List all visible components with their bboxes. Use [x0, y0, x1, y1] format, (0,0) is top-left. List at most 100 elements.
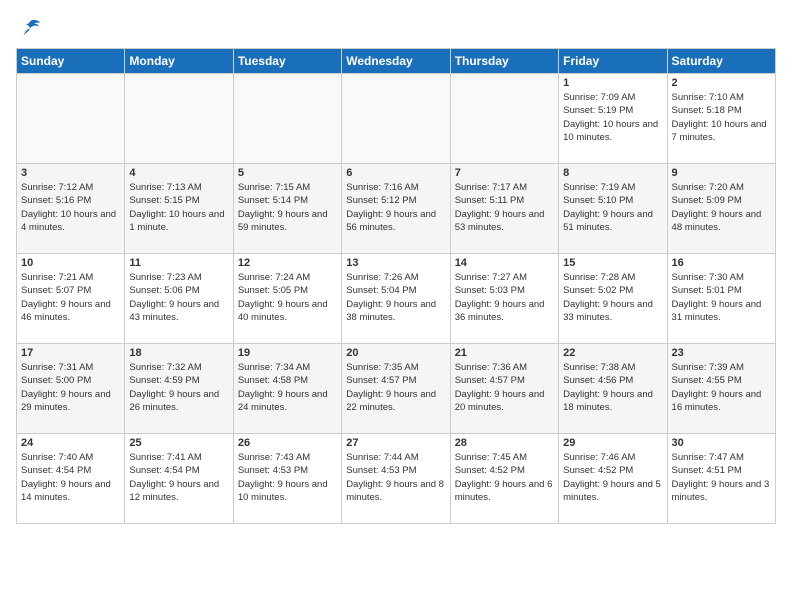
day-info: Sunrise: 7:19 AMSunset: 5:10 PMDaylight:…: [563, 181, 662, 234]
day-info: Sunrise: 7:17 AMSunset: 5:11 PMDaylight:…: [455, 181, 554, 234]
day-info: Sunrise: 7:20 AMSunset: 5:09 PMDaylight:…: [672, 181, 771, 234]
calendar-week-row: 1 Sunrise: 7:09 AMSunset: 5:19 PMDaylight…: [17, 74, 776, 164]
calendar-day-cell: 19 Sunrise: 7:34 AMSunset: 4:58 PMDayligh…: [233, 344, 341, 434]
day-number: 19: [238, 347, 337, 359]
calendar-day-cell: 4 Sunrise: 7:13 AMSunset: 5:15 PMDaylight…: [125, 164, 233, 254]
calendar-week-row: 10 Sunrise: 7:21 AMSunset: 5:07 PMDayligh…: [17, 254, 776, 344]
day-info: Sunrise: 7:45 AMSunset: 4:52 PMDaylight:…: [455, 451, 554, 504]
day-number: 10: [21, 257, 120, 269]
calendar-day-cell: [342, 74, 450, 164]
day-info: Sunrise: 7:38 AMSunset: 4:56 PMDaylight:…: [563, 361, 662, 414]
day-info: Sunrise: 7:46 AMSunset: 4:52 PMDaylight:…: [563, 451, 662, 504]
calendar-day-cell: 12 Sunrise: 7:24 AMSunset: 5:05 PMDayligh…: [233, 254, 341, 344]
calendar-day-cell: 26Sunrise: 7:43 AMSunset: 4:53 PMDayligh…: [233, 434, 341, 524]
day-number: 29: [563, 437, 662, 449]
weekday-header: Tuesday: [233, 49, 341, 74]
day-info: Sunrise: 7:10 AMSunset: 5:18 PMDaylight:…: [672, 91, 771, 144]
day-info: Sunrise: 7:40 AMSunset: 4:54 PMDaylight:…: [21, 451, 120, 504]
logo: [16, 16, 42, 40]
day-info: Sunrise: 7:39 AMSunset: 4:55 PMDaylight:…: [672, 361, 771, 414]
day-info: Sunrise: 7:36 AMSunset: 4:57 PMDaylight:…: [455, 361, 554, 414]
calendar-day-cell: 18 Sunrise: 7:32 AMSunset: 4:59 PMDayligh…: [125, 344, 233, 434]
calendar-table: SundayMondayTuesdayWednesdayThursdayFrid…: [16, 48, 776, 524]
day-info: Sunrise: 7:26 AMSunset: 5:04 PMDaylight:…: [346, 271, 445, 324]
calendar-day-cell: 30 Sunrise: 7:47 AMSunset: 4:51 PMDayligh…: [667, 434, 775, 524]
day-info: Sunrise: 7:34 AMSunset: 4:58 PMDaylight:…: [238, 361, 337, 414]
calendar-day-cell: 1 Sunrise: 7:09 AMSunset: 5:19 PMDaylight…: [559, 74, 667, 164]
day-info: Sunrise: 7:31 AMSunset: 5:00 PMDaylight:…: [21, 361, 120, 414]
day-number: 11: [129, 257, 228, 269]
calendar-day-cell: 25 Sunrise: 7:41 AMSunset: 4:54 PMDayligh…: [125, 434, 233, 524]
day-info: Sunrise: 7:41 AMSunset: 4:54 PMDaylight:…: [129, 451, 228, 504]
day-number: 6: [346, 167, 445, 179]
page-header: [16, 16, 776, 40]
day-number: 3: [21, 167, 120, 179]
calendar-day-cell: 28 Sunrise: 7:45 AMSunset: 4:52 PMDayligh…: [450, 434, 558, 524]
day-number: 30: [672, 437, 771, 449]
day-info: Sunrise: 7:27 AMSunset: 5:03 PMDaylight:…: [455, 271, 554, 324]
day-number: 24: [21, 437, 120, 449]
calendar-day-cell: 27 Sunrise: 7:44 AMSunset: 4:53 PMDayligh…: [342, 434, 450, 524]
day-info: Sunrise: 7:32 AMSunset: 4:59 PMDaylight:…: [129, 361, 228, 414]
day-info: Sunrise: 7:24 AMSunset: 5:05 PMDaylight:…: [238, 271, 337, 324]
day-number: 16: [672, 257, 771, 269]
day-number: 28: [455, 437, 554, 449]
day-info: Sunrise: 7:43 AMSunset: 4:53 PMDaylight:…: [238, 451, 337, 504]
day-info: Sunrise: 7:13 AMSunset: 5:15 PMDaylight:…: [129, 181, 228, 234]
calendar-day-cell: [17, 74, 125, 164]
calendar-day-cell: 22 Sunrise: 7:38 AMSunset: 4:56 PMDayligh…: [559, 344, 667, 434]
calendar-day-cell: [125, 74, 233, 164]
day-info: Sunrise: 7:44 AMSunset: 4:53 PMDaylight:…: [346, 451, 445, 504]
weekday-header: Saturday: [667, 49, 775, 74]
calendar-day-cell: 6 Sunrise: 7:16 AMSunset: 5:12 PMDaylight…: [342, 164, 450, 254]
day-number: 18: [129, 347, 228, 359]
calendar-week-row: 3 Sunrise: 7:12 AMSunset: 5:16 PMDaylight…: [17, 164, 776, 254]
calendar-week-row: 24 Sunrise: 7:40 AMSunset: 4:54 PMDayligh…: [17, 434, 776, 524]
day-number: 9: [672, 167, 771, 179]
day-number: 20: [346, 347, 445, 359]
weekday-header: Thursday: [450, 49, 558, 74]
calendar-header-row: SundayMondayTuesdayWednesdayThursdayFrid…: [17, 49, 776, 74]
day-info: Sunrise: 7:21 AMSunset: 5:07 PMDaylight:…: [21, 271, 120, 324]
calendar-day-cell: 16Sunrise: 7:30 AMSunset: 5:01 PMDayligh…: [667, 254, 775, 344]
day-number: 21: [455, 347, 554, 359]
calendar-day-cell: 13Sunrise: 7:26 AMSunset: 5:04 PMDayligh…: [342, 254, 450, 344]
weekday-header: Sunday: [17, 49, 125, 74]
day-info: Sunrise: 7:23 AMSunset: 5:06 PMDaylight:…: [129, 271, 228, 324]
day-info: Sunrise: 7:16 AMSunset: 5:12 PMDaylight:…: [346, 181, 445, 234]
calendar-day-cell: 7Sunrise: 7:17 AMSunset: 5:11 PMDaylight…: [450, 164, 558, 254]
day-number: 5: [238, 167, 337, 179]
day-number: 25: [129, 437, 228, 449]
day-number: 1: [563, 77, 662, 89]
day-number: 15: [563, 257, 662, 269]
calendar-day-cell: 3 Sunrise: 7:12 AMSunset: 5:16 PMDaylight…: [17, 164, 125, 254]
weekday-header: Monday: [125, 49, 233, 74]
weekday-header: Wednesday: [342, 49, 450, 74]
day-number: 14: [455, 257, 554, 269]
day-info: Sunrise: 7:35 AMSunset: 4:57 PMDaylight:…: [346, 361, 445, 414]
day-number: 27: [346, 437, 445, 449]
day-number: 22: [563, 347, 662, 359]
calendar-day-cell: [450, 74, 558, 164]
day-number: 12: [238, 257, 337, 269]
calendar-day-cell: 5 Sunrise: 7:15 AMSunset: 5:14 PMDaylight…: [233, 164, 341, 254]
calendar-day-cell: 15Sunrise: 7:28 AMSunset: 5:02 PMDayligh…: [559, 254, 667, 344]
logo-bird-icon: [18, 16, 42, 40]
day-info: Sunrise: 7:15 AMSunset: 5:14 PMDaylight:…: [238, 181, 337, 234]
calendar-day-cell: 17 Sunrise: 7:31 AMSunset: 5:00 PMDayligh…: [17, 344, 125, 434]
calendar-day-cell: 23 Sunrise: 7:39 AMSunset: 4:55 PMDayligh…: [667, 344, 775, 434]
day-number: 2: [672, 77, 771, 89]
day-number: 23: [672, 347, 771, 359]
day-info: Sunrise: 7:47 AMSunset: 4:51 PMDaylight:…: [672, 451, 771, 504]
calendar-day-cell: 11 Sunrise: 7:23 AMSunset: 5:06 PMDayligh…: [125, 254, 233, 344]
day-info: Sunrise: 7:12 AMSunset: 5:16 PMDaylight:…: [21, 181, 120, 234]
calendar-day-cell: 29 Sunrise: 7:46 AMSunset: 4:52 PMDayligh…: [559, 434, 667, 524]
day-number: 17: [21, 347, 120, 359]
day-info: Sunrise: 7:09 AMSunset: 5:19 PMDaylight:…: [563, 91, 662, 144]
calendar-week-row: 17 Sunrise: 7:31 AMSunset: 5:00 PMDayligh…: [17, 344, 776, 434]
weekday-header: Friday: [559, 49, 667, 74]
calendar-day-cell: 20 Sunrise: 7:35 AMSunset: 4:57 PMDayligh…: [342, 344, 450, 434]
calendar-day-cell: 8Sunrise: 7:19 AMSunset: 5:10 PMDaylight…: [559, 164, 667, 254]
calendar-day-cell: 2 Sunrise: 7:10 AMSunset: 5:18 PMDaylight…: [667, 74, 775, 164]
day-number: 4: [129, 167, 228, 179]
